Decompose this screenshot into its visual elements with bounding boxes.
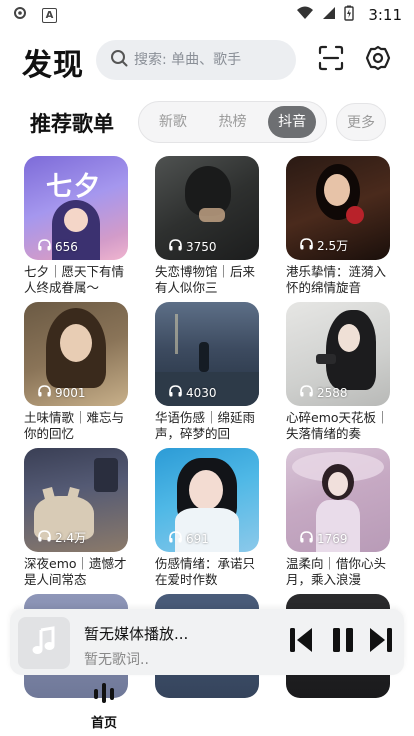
mini-player[interactable]: 暂无媒体播放... 暂无歌词..	[10, 609, 404, 675]
tab-new-songs[interactable]: 新歌	[149, 106, 197, 138]
headphones-icon	[38, 385, 51, 400]
headphones-icon	[300, 238, 313, 253]
signal-icon	[322, 6, 336, 24]
skip-next-icon	[368, 626, 394, 658]
playlist-title: 深夜emo｜遗憾才是人间常态	[24, 556, 127, 587]
playlist-card[interactable]: 4030 华语伤感｜绵延雨声，碎梦的回	[155, 302, 259, 442]
nav-home[interactable]: 首页	[84, 682, 124, 731]
play-pause-button[interactable]	[328, 627, 358, 657]
play-count: 1769	[300, 531, 348, 546]
playlist-title: 七夕｜愿天下有情人终成眷属～	[24, 264, 125, 295]
playlist-title: 土味情歌｜难忘与你的回忆	[24, 410, 125, 441]
play-count: 3750	[169, 239, 217, 254]
play-count: 2.4万	[38, 529, 86, 546]
settings-button[interactable]	[364, 45, 392, 75]
headphones-icon	[38, 239, 51, 254]
page-title: 发现	[22, 48, 84, 83]
playlist-cover: 691	[155, 448, 259, 552]
more-button[interactable]: 更多	[336, 103, 386, 141]
play-count-value: 3750	[186, 239, 217, 254]
play-count: 2588	[300, 385, 348, 400]
player-title: 暂无媒体播放...	[84, 625, 189, 643]
play-count-value: 1769	[317, 531, 348, 546]
play-count-value: 691	[186, 531, 209, 546]
playlist-title: 港乐挚情：涟漪入怀的绵情旋音	[286, 264, 387, 295]
album-art	[18, 617, 70, 669]
nav-home-label: 首页	[90, 716, 117, 731]
playlist-card[interactable]: 3750 失恋博物馆｜后来有人似你三	[155, 156, 259, 296]
playlist-cover: 2.4万	[24, 448, 128, 552]
play-count-value: 2588	[317, 385, 348, 400]
play-count-value: 656	[55, 239, 78, 254]
playlist-cover: 3750	[155, 156, 259, 260]
search-input[interactable]	[134, 52, 284, 68]
playlist-card[interactable]: 2.4万 深夜emo｜遗憾才是人间常态	[24, 448, 128, 588]
player-subtitle: 暂无歌词..	[84, 652, 149, 668]
playlist-cover: 4030	[155, 302, 259, 406]
playlist-card[interactable]: 2.5万 港乐挚情：涟漪入怀的绵情旋音	[286, 156, 390, 296]
playlist-title: 华语伤感｜绵延雨声，碎梦的回	[155, 410, 256, 441]
notification-letter: A	[45, 9, 54, 21]
headphones-icon	[300, 385, 313, 400]
scan-button[interactable]	[317, 45, 345, 75]
headphones-icon	[38, 530, 51, 545]
playlist-title: 温柔向｜借你心头月，乘入浪漫	[286, 556, 387, 587]
playlist-card[interactable]: 9001 土味情歌｜难忘与你的回忆	[24, 302, 128, 442]
gear-notification-icon	[12, 5, 28, 25]
status-bar: A 3:11	[0, 0, 414, 30]
playlist-card[interactable]: 1769 温柔向｜借你心头月，乘入浪漫	[286, 448, 390, 588]
headphones-icon	[169, 239, 182, 254]
music-note-icon	[31, 626, 57, 660]
play-count-value: 2.5万	[317, 239, 349, 253]
play-count: 4030	[169, 385, 217, 400]
playlist-title: 失恋博物馆｜后来有人似你三	[155, 264, 256, 295]
battery-icon	[344, 5, 355, 25]
playlist-title: 伤感情绪：承诺只在爱时作数	[155, 556, 256, 587]
playlist-cover: 9001	[24, 302, 128, 406]
tab-hot-chart[interactable]: 热榜	[208, 106, 256, 138]
play-count-value: 4030	[186, 385, 217, 400]
cover-text: 七夕	[46, 172, 103, 202]
headphones-icon	[300, 531, 313, 546]
play-count: 9001	[38, 385, 86, 400]
scan-icon	[318, 45, 344, 75]
previous-button[interactable]	[286, 627, 316, 657]
pause-icon	[331, 626, 355, 658]
play-count-value: 2.4万	[55, 531, 87, 545]
playlist-cover: 1769	[286, 448, 390, 552]
playlist-cover: 七夕 656	[24, 156, 128, 260]
playlist-card[interactable]: 七夕 656 七夕｜愿天下有情人终成眷属～	[24, 156, 128, 296]
next-button[interactable]	[366, 627, 396, 657]
header: 发现	[0, 38, 414, 83]
search-box[interactable]	[96, 40, 296, 80]
playlist-card[interactable]: 691 伤感情绪：承诺只在爱时作数	[155, 448, 259, 588]
play-count: 691	[169, 531, 209, 546]
search-icon	[110, 49, 128, 71]
app-notification-icon: A	[42, 7, 57, 23]
waveform-icon	[91, 682, 117, 708]
playlist-card[interactable]: 2588 心碎emo天花板｜失落情绪的奏	[286, 302, 390, 442]
playlist-cover: 2.5万	[286, 156, 390, 260]
playlist-title: 心碎emo天花板｜失落情绪的奏	[286, 410, 389, 441]
wifi-icon	[296, 6, 314, 24]
play-count: 2.5万	[300, 237, 348, 254]
tab-douyin[interactable]: 抖音	[268, 106, 317, 138]
section-title: 推荐歌单	[30, 112, 114, 136]
gear-icon	[365, 45, 391, 75]
tab-bar: 新歌 热榜 抖音	[138, 101, 327, 143]
headphones-icon	[169, 531, 182, 546]
headphones-icon	[169, 385, 182, 400]
skip-previous-icon	[288, 626, 314, 658]
playlist-cover: 2588	[286, 302, 390, 406]
bottom-nav: 首页	[0, 682, 414, 736]
clock: 3:11	[368, 6, 402, 24]
play-count: 656	[38, 239, 78, 254]
play-count-value: 9001	[55, 385, 86, 400]
